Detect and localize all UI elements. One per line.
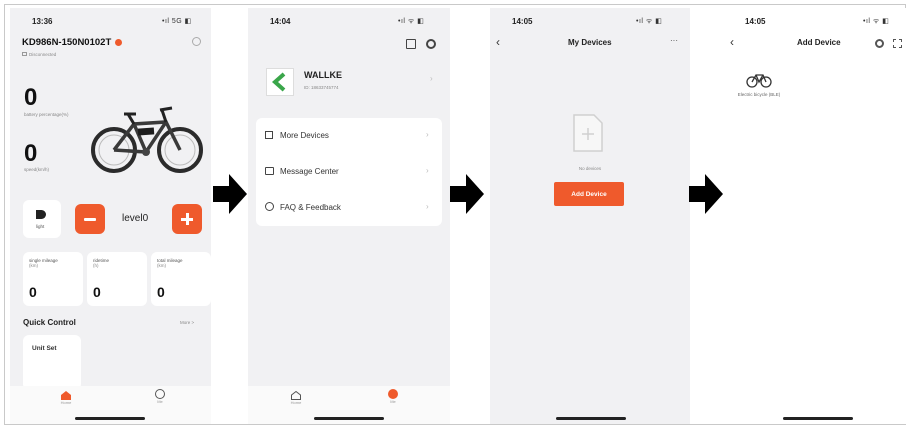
device-list-icon	[265, 131, 273, 139]
speed-label: speed(km/h)	[24, 167, 50, 172]
help-icon[interactable]	[875, 39, 884, 48]
stat-unit: (km)	[29, 263, 38, 268]
stat-card-ridetime: ridetime (h) 0	[87, 252, 147, 306]
status-time: 13:36	[32, 17, 53, 26]
menu-item-label: More Devices	[280, 131, 329, 140]
nav-me-label: Me	[390, 399, 396, 404]
stat-value: 0	[29, 284, 37, 300]
status-time: 14:04	[270, 17, 291, 26]
connection-label: Disconnected	[29, 52, 57, 57]
arrow-right-icon	[450, 174, 484, 214]
minus-icon	[84, 217, 96, 221]
back-icon[interactable]: ‹	[496, 35, 500, 49]
user-icon	[388, 389, 398, 399]
back-icon[interactable]: ‹	[730, 35, 734, 49]
page-title: Add Device	[797, 38, 841, 47]
plus-icon	[181, 213, 193, 225]
status-icons: •ıl 5G ◧	[162, 18, 192, 25]
home-indicator	[314, 417, 384, 420]
quick-control-title: Quick Control	[23, 318, 76, 327]
message-icon	[265, 167, 274, 175]
stat-value: 0	[157, 284, 165, 300]
level-decrease-button[interactable]	[75, 204, 105, 234]
device-name: KD986N-150N0102T	[22, 37, 112, 48]
stat-unit: (km)	[157, 263, 166, 268]
menu-item-label: Message Center	[280, 167, 339, 176]
alert-icon	[115, 39, 123, 46]
more-link[interactable]: More >	[180, 320, 194, 325]
user-icon	[155, 389, 165, 399]
headlight-icon	[36, 210, 46, 219]
screen-home: 13:36 •ıl 5G ◧ KD986N-150N0102T Disconne…	[10, 8, 211, 424]
home-indicator	[75, 417, 145, 420]
chevron-right-icon: ›	[426, 202, 429, 211]
menu-item-label: FAQ & Feedback	[280, 203, 341, 212]
nav-me[interactable]: Me	[381, 389, 405, 404]
connection-status: Disconnected	[22, 52, 56, 57]
chevron-right-icon: ›	[430, 74, 433, 83]
scan-icon[interactable]	[893, 39, 902, 48]
menu-item-more-devices[interactable]: More Devices ›	[256, 124, 442, 148]
unit-set-card[interactable]: Unit Set	[23, 335, 81, 390]
stat-unit: (h)	[93, 263, 99, 268]
menu-card: More Devices › Message Center › FAQ & Fe…	[256, 118, 442, 226]
brand-logo-icon	[271, 72, 286, 92]
screen-add-device: 14:05 •ıl ᯤ ◧ ‹ Add Device Electric bicy…	[723, 8, 910, 424]
nav-me-label: Me	[157, 399, 163, 404]
chevron-right-icon: ›	[426, 130, 429, 139]
bicycle-icon	[746, 74, 772, 88]
brand-id: ID: 18633745774	[304, 85, 339, 90]
scan-icon[interactable]	[406, 39, 416, 49]
level-increase-button[interactable]	[172, 204, 202, 234]
profile-row[interactable]: WALLKE ID: 18633745774 ›	[256, 58, 442, 108]
stat-value: 0	[93, 284, 101, 300]
info-icon[interactable]	[192, 37, 201, 46]
bluetooth-icon	[22, 52, 27, 56]
nav-home[interactable]: Home	[54, 391, 78, 405]
empty-state-label: No devices	[578, 166, 602, 171]
menu-item-faq-feedback[interactable]: FAQ & Feedback ›	[256, 196, 442, 220]
arrow-right-icon	[689, 174, 723, 214]
device-type-ebike[interactable]: Electric bicycle (BLE)	[737, 72, 781, 97]
settings-gear-icon[interactable]	[426, 39, 436, 49]
nav-home-label: Home	[290, 400, 302, 405]
status-icons: •ıl ᯤ ◧	[398, 18, 425, 25]
arrow-right-icon	[213, 174, 247, 214]
ebike-image	[91, 106, 203, 173]
more-menu-icon[interactable]: ···	[670, 36, 678, 45]
chevron-right-icon: ›	[426, 166, 429, 175]
home-indicator	[556, 417, 626, 420]
home-icon	[291, 391, 301, 400]
brand-name: WALLKE	[304, 70, 342, 80]
status-icons: •ıl ᯤ ◧	[863, 18, 890, 25]
speed-value: 0	[24, 140, 38, 167]
add-device-button[interactable]: Add Device	[554, 182, 624, 206]
light-toggle[interactable]: light	[23, 200, 61, 238]
status-time: 14:05	[512, 17, 533, 26]
battery-label: battery percentage(%)	[24, 112, 69, 117]
device-header[interactable]: KD986N-150N0102T	[22, 37, 123, 48]
screen-my-devices: 14:05 •ıl ᯤ ◧ ‹ My Devices ··· No device…	[490, 8, 690, 424]
screen-me: 14:04 •ıl ᯤ ◧ WALLKE ID: 18633745774 › M…	[248, 8, 450, 424]
status-icons: •ıl ᯤ ◧	[636, 18, 663, 25]
stat-card-single-mileage: single mileage (km) 0	[23, 252, 83, 306]
brand-logo	[266, 68, 294, 96]
empty-file-icon	[573, 114, 603, 152]
nav-home-label: Home	[60, 400, 72, 405]
assist-level: level0	[122, 213, 149, 224]
help-icon	[265, 202, 274, 211]
unit-set-label: Unit Set	[32, 345, 57, 352]
device-type-label: Electric bicycle (BLE)	[737, 92, 781, 97]
status-time: 14:05	[745, 17, 766, 26]
battery-value: 0	[24, 84, 38, 111]
home-indicator	[783, 417, 853, 420]
page-title: My Devices	[568, 38, 612, 47]
home-icon	[61, 391, 71, 400]
nav-home[interactable]: Home	[284, 391, 308, 405]
menu-item-message-center[interactable]: Message Center ›	[256, 160, 442, 184]
stat-card-total-mileage: total mileage (km) 0	[151, 252, 211, 306]
nav-me[interactable]: Me	[148, 389, 172, 404]
light-label: light	[36, 224, 45, 229]
